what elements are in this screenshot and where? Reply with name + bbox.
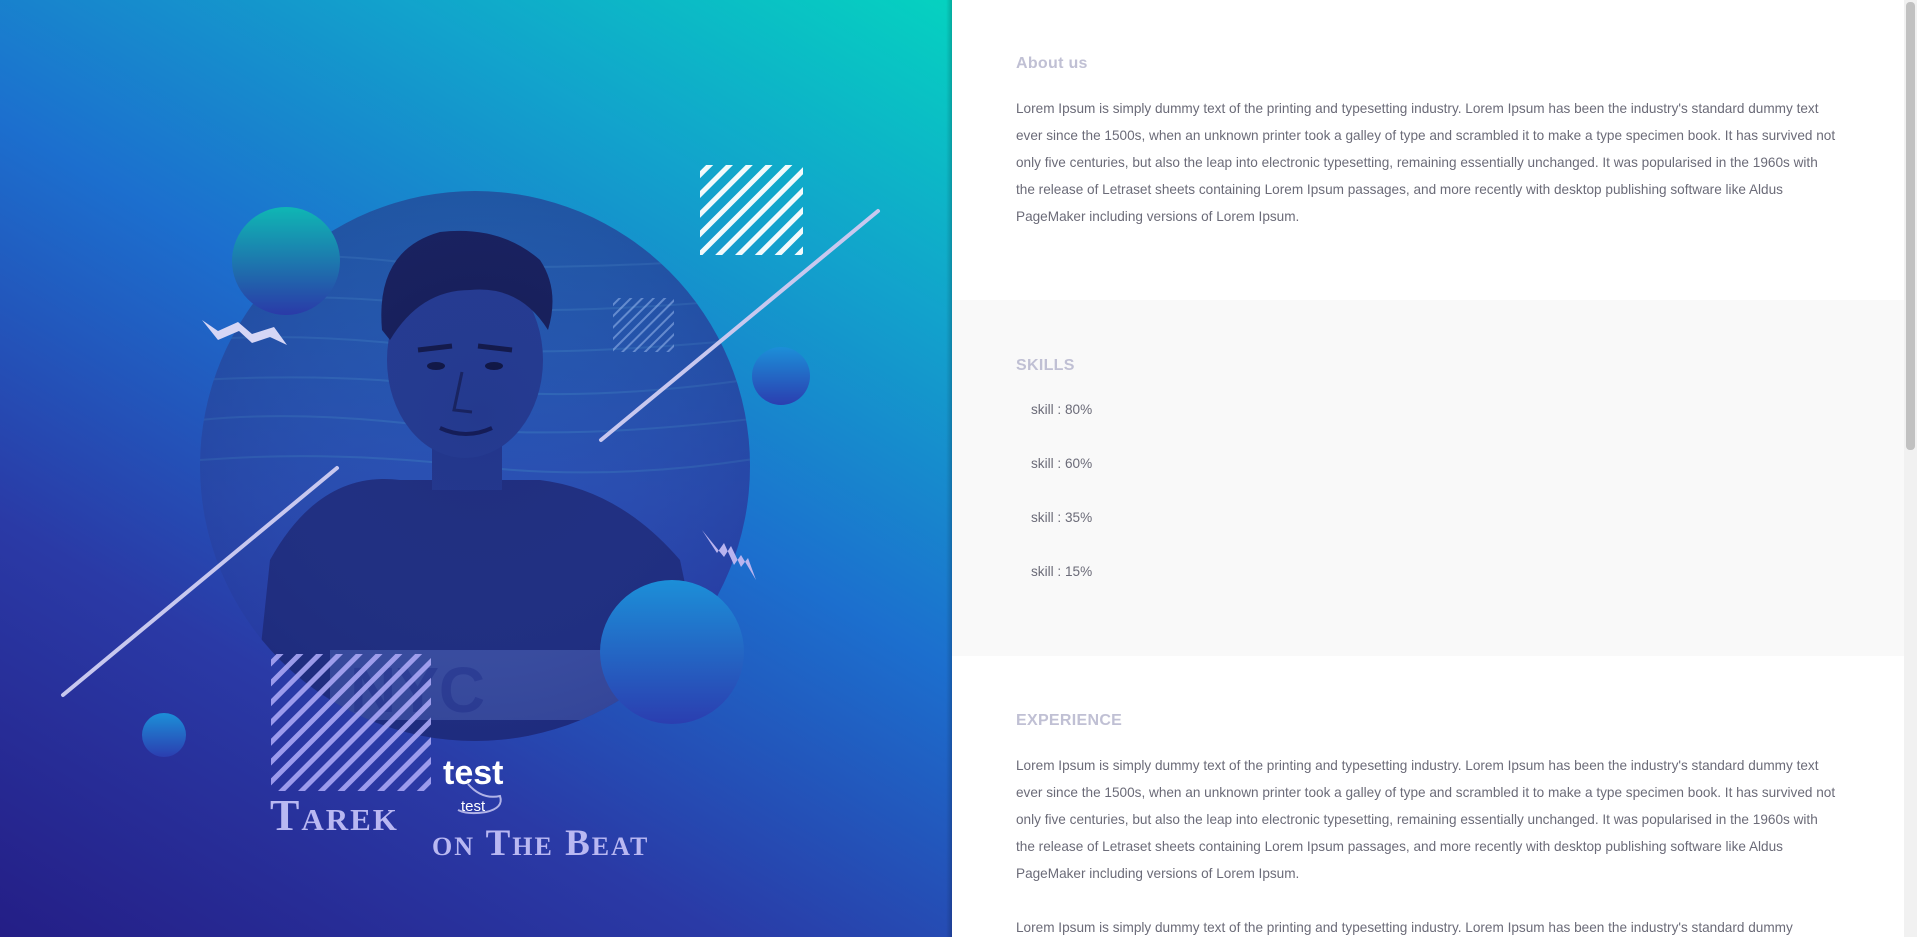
ball-bottom-left xyxy=(142,713,186,757)
hero-panel: NYC xyxy=(0,0,952,937)
ball-right-small xyxy=(752,347,810,405)
scrollbar-thumb[interactable] xyxy=(1906,2,1915,450)
experience-paragraph: Lorem Ipsum is simply dummy text of the … xyxy=(1016,758,1836,881)
experience-heading: EXPERIENCE xyxy=(1016,712,1123,729)
skill-item: skill : 35% xyxy=(1031,510,1093,525)
hero-name-line1: Tarek xyxy=(270,791,399,840)
ball-top-left xyxy=(232,207,340,315)
hero-name-line2: on The Beat xyxy=(432,823,650,864)
stripes-top-right xyxy=(700,165,803,255)
about-body: Lorem Ipsum is simply dummy text of the … xyxy=(1016,101,1836,224)
stripes-faint xyxy=(613,298,674,352)
about-section: About us Lorem Ipsum is simply dummy tex… xyxy=(952,0,1904,300)
hero-artwork: NYC xyxy=(61,165,880,815)
hero-subtitle: test xyxy=(461,798,486,815)
hero-title: test xyxy=(443,754,504,792)
vertical-scrollbar[interactable] xyxy=(1904,0,1917,937)
experience-section: EXPERIENCE Lorem Ipsum is simply dummy t… xyxy=(952,656,1904,937)
skills-section: SKILLS skill : 80% skill : 60% skill : 3… xyxy=(952,300,1904,656)
experience-paragraph: Lorem Ipsum is simply dummy text of the … xyxy=(1016,920,1793,935)
skill-item: skill : 80% xyxy=(1031,402,1093,417)
stripes-bottom xyxy=(271,654,431,791)
about-heading: About us xyxy=(1016,55,1088,72)
skill-item: skill : 15% xyxy=(1031,564,1093,579)
content-panel: About us Lorem Ipsum is simply dummy tex… xyxy=(952,0,1904,937)
skill-item: skill : 60% xyxy=(1031,456,1093,471)
skills-heading: SKILLS xyxy=(1016,357,1075,374)
ball-large xyxy=(600,580,744,724)
